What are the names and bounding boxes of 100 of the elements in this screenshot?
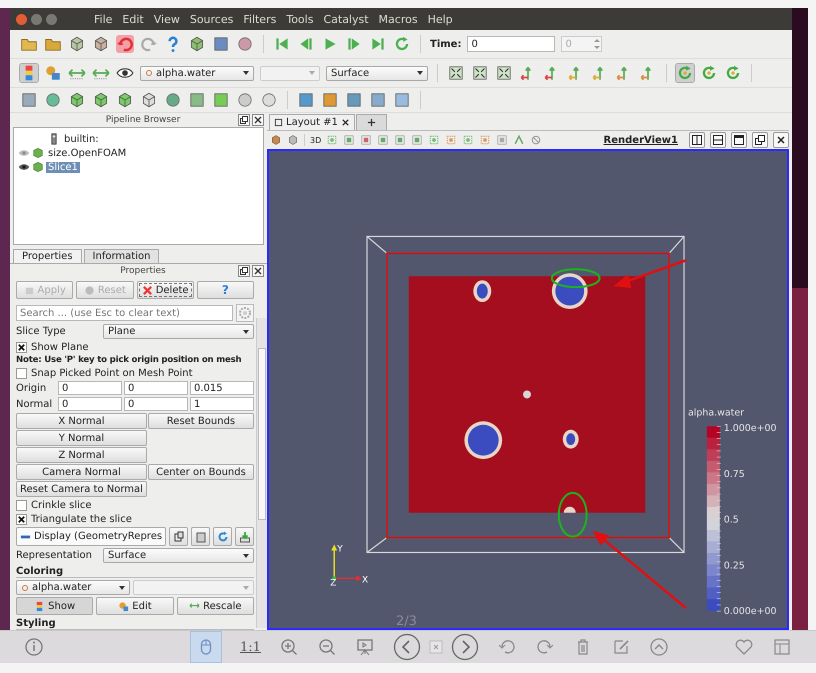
maximize-window-button[interactable] [46, 14, 57, 24]
minimize-window-button[interactable] [31, 14, 42, 24]
split-horizontal-icon[interactable] [689, 132, 705, 148]
menu-item[interactable]: File [91, 12, 116, 26]
pipeline-item[interactable]: size.OpenFOAM [46, 148, 128, 158]
circle-icon[interactable] [236, 35, 254, 53]
checkbox[interactable] [16, 500, 27, 510]
time-field[interactable]: 0 [467, 36, 556, 52]
panel-tab[interactable]: Information [84, 249, 160, 263]
menu-item[interactable]: Catalyst [320, 12, 372, 26]
rotate-icon[interactable] [700, 64, 718, 82]
zoom-in-icon[interactable] [278, 637, 299, 657]
square-icon[interactable] [369, 91, 387, 109]
number-field[interactable]: 0 [58, 397, 122, 411]
rotate-icon[interactable] [724, 64, 742, 82]
pipeline-item[interactable]: builtin: [62, 134, 101, 144]
square-icon[interactable] [393, 91, 411, 109]
frame-icon[interactable] [447, 64, 465, 82]
circle-icon[interactable] [530, 134, 542, 146]
square-icon[interactable] [297, 91, 315, 109]
copy-icon[interactable] [169, 527, 188, 546]
circle-icon[interactable] [164, 91, 182, 109]
representation-dropdown[interactable]: Surface [326, 66, 428, 80]
spin-arrows-icon[interactable] [593, 37, 602, 51]
float-icon[interactable] [752, 132, 768, 148]
up-icon[interactable] [648, 637, 669, 657]
number-field[interactable]: 1 [190, 397, 254, 411]
square-icon[interactable] [212, 91, 230, 109]
number-field[interactable]: 0.015 [190, 381, 254, 395]
menu-item[interactable]: Help [424, 12, 456, 26]
plane-button[interactable]: Reset Camera to Normal [16, 481, 147, 497]
square-icon[interactable] [212, 35, 230, 53]
undo-icon[interactable] [116, 35, 134, 53]
close-window-button[interactable] [16, 14, 27, 24]
plane-button[interactable]: X Normal [16, 413, 147, 429]
search-field[interactable]: Search ... (use Esc to clear text) [16, 305, 233, 321]
show-button[interactable]: Show [16, 597, 94, 615]
delete-button[interactable]: Delete [136, 281, 194, 299]
checkbox[interactable] [16, 342, 27, 352]
close-icon[interactable] [252, 114, 264, 126]
info-icon[interactable] [24, 637, 44, 657]
close-icon[interactable] [773, 132, 789, 148]
split-vertical-icon[interactable] [710, 132, 726, 148]
square-icon[interactable] [20, 91, 38, 109]
paste-icon[interactable] [191, 527, 210, 546]
slideshow-icon[interactable] [354, 637, 375, 657]
3d-toggle-button[interactable]: 3D [310, 136, 322, 144]
layout-tab[interactable]: Layout #1 [269, 114, 355, 130]
plane-button[interactable]: Center on Bounds [148, 464, 254, 480]
menu-item[interactable]: Tools [283, 12, 316, 26]
panel-tab[interactable]: Properties [13, 249, 82, 263]
frame-icon[interactable] [495, 64, 513, 82]
redo-icon[interactable] [140, 35, 158, 53]
close-icon[interactable] [252, 265, 264, 277]
color-bar-icon[interactable] [20, 64, 38, 82]
representation-dropdown[interactable]: Surface [103, 548, 254, 563]
plane-button[interactable]: Camera Normal [16, 464, 147, 480]
menu-item[interactable]: View [150, 12, 183, 26]
menu-item[interactable]: Macros [376, 12, 421, 26]
next-icon[interactable] [450, 633, 479, 661]
rescale-button[interactable]: Rescale [176, 597, 254, 615]
display-button[interactable]: Display (GeometryRepres [16, 527, 166, 546]
maximize-icon[interactable] [731, 132, 747, 148]
new-tab-button[interactable] [356, 114, 387, 130]
zoom-out-icon[interactable] [316, 637, 337, 657]
square-icon[interactable] [188, 91, 206, 109]
float-icon[interactable] [238, 114, 250, 126]
loop-icon[interactable] [393, 35, 411, 53]
circle-icon[interactable] [236, 91, 254, 109]
square-icon[interactable] [345, 91, 363, 109]
scrollbar[interactable] [256, 318, 267, 628]
actual-size-button[interactable]: 1:1 [240, 640, 261, 654]
float-icon[interactable] [238, 265, 250, 277]
circle-icon[interactable] [44, 91, 62, 109]
frame-icon[interactable] [471, 64, 489, 82]
array-dropdown[interactable]: alpha.water [16, 580, 130, 595]
download-icon[interactable] [235, 527, 254, 546]
window-icon[interactable] [772, 637, 792, 657]
rotate-icon[interactable] [676, 64, 694, 82]
edit-button[interactable]: Edit [96, 597, 174, 615]
checkbox[interactable] [16, 368, 27, 378]
mouse-icon[interactable] [190, 631, 222, 663]
number-field[interactable]: 0 [124, 397, 188, 411]
eye-icon[interactable] [18, 163, 30, 171]
square-icon[interactable] [321, 91, 339, 109]
checkbox[interactable] [16, 514, 27, 524]
previous-icon[interactable] [392, 633, 421, 661]
menu-item[interactable]: Filters [240, 12, 280, 26]
number-field[interactable]: 0 [58, 381, 122, 395]
refresh-icon[interactable] [213, 527, 232, 546]
circle-icon[interactable] [260, 91, 278, 109]
slice-type-dropdown[interactable]: Plane [103, 324, 254, 339]
plane-button[interactable]: Z Normal [16, 447, 147, 463]
close-icon[interactable] [340, 118, 350, 127]
number-field[interactable]: 0 [124, 381, 188, 395]
help-button[interactable]: ? [196, 281, 254, 299]
plane-button[interactable]: Y Normal [16, 430, 147, 446]
plane-button[interactable]: Reset Bounds [148, 413, 254, 429]
heart-icon[interactable] [734, 637, 754, 657]
array-dropdown[interactable]: alpha.water [140, 66, 254, 80]
